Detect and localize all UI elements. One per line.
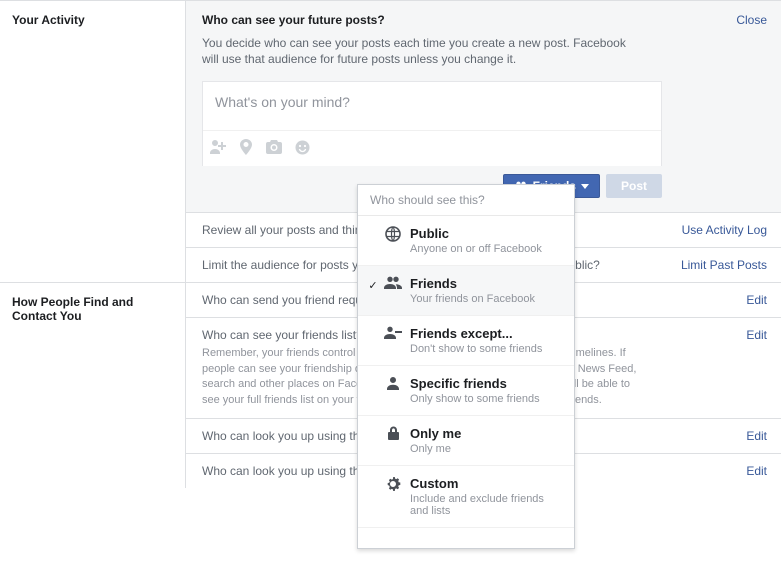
feeling-icon[interactable]	[293, 140, 311, 158]
section-heading-contact: How People Find and Contact You	[0, 283, 185, 488]
edit-link[interactable]: Edit	[746, 464, 767, 478]
activity-top: Who can see your future posts? Close You…	[186, 1, 781, 212]
composer-input[interactable]: What's on your mind?	[203, 82, 661, 130]
option-subtitle: Include and exclude friends and lists	[410, 493, 562, 517]
option-title: Custom	[410, 476, 562, 491]
friends-except-icon	[382, 326, 404, 344]
location-icon[interactable]	[237, 139, 255, 158]
edit-link[interactable]: Edit	[746, 293, 767, 307]
lock-icon	[382, 426, 404, 446]
tag-people-icon[interactable]	[209, 140, 227, 157]
photo-icon[interactable]	[265, 140, 283, 157]
composer-toolbar	[203, 130, 661, 166]
use-activity-log-link[interactable]: Use Activity Log	[682, 223, 767, 237]
section-heading-activity: Your Activity	[0, 1, 185, 282]
dropdown-header: Who should see this?	[358, 185, 574, 216]
caret-down-icon	[581, 184, 589, 189]
audience-dropdown: Who should see this? Public Anyone on or…	[357, 184, 575, 549]
option-specific-friends[interactable]: Specific friends Only show to some frien…	[358, 366, 574, 416]
close-link[interactable]: Close	[736, 13, 767, 27]
globe-icon	[382, 226, 404, 247]
option-subtitle: Only me	[410, 443, 562, 455]
edit-link[interactable]: Edit	[746, 328, 767, 342]
option-title: Friends except...	[410, 326, 562, 341]
option-title: Only me	[410, 426, 562, 441]
post-button[interactable]: Post	[606, 174, 662, 198]
person-icon	[382, 376, 404, 395]
check-icon: ✓	[366, 279, 380, 292]
option-only-me[interactable]: Only me Only me	[358, 416, 574, 466]
dropdown-footer	[358, 528, 574, 548]
gear-icon	[382, 476, 404, 497]
option-subtitle: Only show to some friends	[410, 393, 562, 405]
option-friends[interactable]: ✓ Friends Your friends on Facebook	[358, 266, 574, 316]
option-title: Friends	[410, 276, 562, 291]
option-public[interactable]: Public Anyone on or off Facebook	[358, 216, 574, 266]
option-friends-except[interactable]: Friends except... Don't show to some fri…	[358, 316, 574, 366]
option-subtitle: Your friends on Facebook	[410, 293, 562, 305]
option-custom[interactable]: Custom Include and exclude friends and l…	[358, 466, 574, 528]
limit-past-posts-link[interactable]: Limit Past Posts	[681, 258, 767, 272]
composer: What's on your mind?	[202, 81, 662, 166]
activity-title: Who can see your future posts?	[202, 13, 765, 27]
edit-link[interactable]: Edit	[746, 429, 767, 443]
option-title: Public	[410, 226, 562, 241]
activity-description: You decide who can see your posts each t…	[202, 35, 642, 67]
option-subtitle: Anyone on or off Facebook	[410, 243, 562, 255]
friends-icon	[382, 276, 404, 294]
option-title: Specific friends	[410, 376, 562, 391]
option-subtitle: Don't show to some friends	[410, 343, 562, 355]
